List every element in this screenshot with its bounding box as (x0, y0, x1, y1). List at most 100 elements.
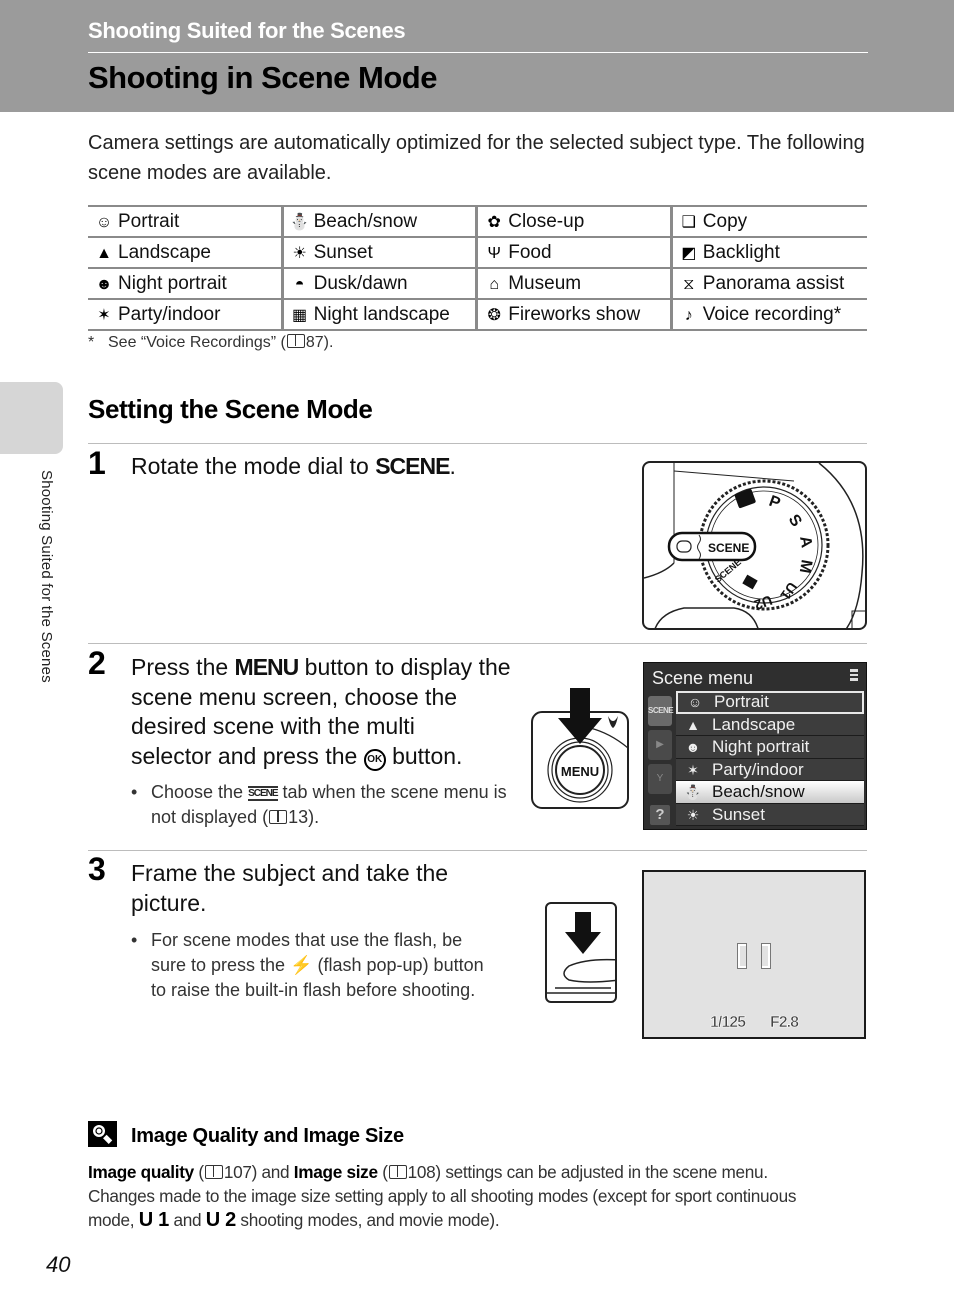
shutter-press-illustration (545, 902, 617, 1003)
scene-modes-row: ▲ Landscape ☀ Sunset Ψ Food ◩ Backlight (88, 236, 867, 269)
chapter-side-label: Shooting Suited for the Scenes (38, 470, 55, 683)
tip-text: ( (193, 1162, 204, 1182)
scene-menu-item-label: Beach/snow (712, 782, 805, 801)
step-3-text: Frame the subject and take the picture. (131, 859, 521, 918)
page-title: Shooting in Scene Mode (88, 60, 437, 95)
scene-menu-item[interactable]: ☺ Portrait (676, 691, 864, 714)
scene-mode-label: Night portrait (118, 272, 227, 294)
step-2-text: Press the (131, 654, 235, 680)
scene-mode-cell: ☀ Sunset (282, 236, 479, 269)
tip-magnifier-icon (88, 1121, 117, 1147)
menu-button-label: MENU (561, 764, 599, 779)
scene-menu-item[interactable]: ☻ Night portrait (676, 736, 864, 759)
tip-text: shooting modes, and movie mode). (235, 1210, 500, 1230)
dial-window-label: SCENE (708, 541, 749, 555)
step-3-number: 3 (88, 851, 106, 887)
step-1-text-after: . (449, 453, 456, 479)
page-reference-link[interactable]: 13 (288, 807, 308, 827)
help-icon[interactable]: ? (650, 805, 670, 825)
book-reference-icon (286, 334, 305, 348)
scene-menu-item[interactable]: ☀ Sunset (676, 803, 864, 826)
tab-scene[interactable]: SCENE (648, 696, 674, 726)
shutter-speed-readout: 1/125 (710, 1014, 747, 1032)
footnote: * See “Voice Recordings” (87). (88, 334, 333, 352)
scene-modes-row: ☻ Night portrait ◓ Dusk/dawn ⌂ Museum ⧖ Panoram… (88, 267, 867, 300)
divider (88, 443, 867, 444)
scene-menu-item[interactable]: ✶ Party/indoor (676, 758, 864, 781)
shutter-press-drawing (547, 912, 615, 994)
scene-tab-icon: SCENE (248, 786, 279, 801)
tip-body: Image quality (107) and Image size (108)… (88, 1160, 878, 1232)
tab-playback[interactable]: ▶ (648, 730, 672, 760)
footnote-text: See “Voice Recordings” ( (108, 334, 286, 351)
scene-menu-item-icon: ☀ (686, 806, 700, 823)
fireworks-show-icon: ❂ (487, 306, 501, 324)
scene-menu-item-icon: ☺ (687, 694, 703, 710)
section-title: Shooting Suited for the Scenes (88, 18, 406, 43)
bullet-text: sure to press the (151, 955, 291, 975)
tip-icon-glyph (93, 1125, 113, 1144)
scene-mode-cell: ◓ Dusk/dawn (282, 267, 479, 300)
scene-mode-label: Food (508, 241, 552, 263)
scene-mode-cell: ▦ Night landscape (282, 298, 479, 331)
footnote-text-end: ). (323, 334, 334, 351)
scene-mode-cell: ◩ Backlight (671, 236, 867, 269)
step-2-bullet: Choose the SCENE tab when the scene menu… (131, 780, 521, 830)
footnote-page-link[interactable]: 87 (306, 334, 324, 351)
scene-mode-cell: ⧖ Panorama assist (671, 267, 867, 300)
scene-mode-label: Sunset (313, 241, 373, 263)
scene-menu-tabs: SCENE ▶ Y (648, 696, 674, 798)
tip-text-line: Changes made to the image size setting a… (88, 1186, 797, 1206)
scene-mode-label: Copy (702, 210, 748, 232)
scene-menu-item-label: Landscape (712, 714, 796, 734)
user-setting-1-symbol: U 1 (138, 1209, 170, 1231)
scene-mode-label: Portrait (118, 210, 180, 232)
scene-mode-label: Backlight (702, 241, 780, 263)
tip-text: ) and (251, 1162, 294, 1182)
scene-mode-cell: ☻ Night portrait (88, 267, 284, 300)
camera-lcd-preview: 1/125 F2.8 (642, 870, 866, 1039)
menu-button-symbol: MENU (234, 654, 300, 680)
scroll-indicator-icon (850, 669, 858, 681)
bullet-text: For scene modes that use the flash, be (151, 930, 463, 950)
party-indoor-icon: ✶ (97, 306, 111, 324)
scene-mode-cell: ✶ Party/indoor (88, 298, 284, 331)
scene-mode-label: Beach/snow (313, 210, 418, 232)
tip-text: mode, (88, 1210, 139, 1230)
page-reference-link[interactable]: 108 (408, 1162, 436, 1182)
bullet-text: (flash pop-up) button (312, 955, 484, 975)
scene-menu-item[interactable]: ⛄ Beach/snow (676, 781, 864, 804)
dusk-dawn-icon: ◓ (294, 275, 305, 293)
focus-bracket-right (761, 943, 771, 969)
scene-mode-cell: ▲ Landscape (88, 236, 284, 269)
scene-mode-cell: ♪ Voice recording* (671, 298, 867, 331)
scene-mode-cell: ☺ Portrait (88, 205, 284, 238)
museum-icon: ⌂ (489, 275, 500, 293)
header-divider (88, 52, 868, 53)
page-reference-link[interactable]: 107 (224, 1162, 252, 1182)
scene-menu-item-icon: ☻ (685, 739, 701, 755)
night-portrait-icon: ☻ (95, 275, 113, 293)
mode-dial-drawing: P S A M U1 U2 SCENE SCENE (644, 463, 865, 628)
mode-dial-illustration: P S A M U1 U2 SCENE SCENE (642, 461, 867, 630)
setting-section-title: Setting the Scene Mode (88, 394, 373, 424)
scene-mode-label: Close-up (508, 210, 585, 232)
scene-menu-list: ☺ Portrait ▲ Landscape ☻ Night portrait ✶ Party… (676, 691, 864, 826)
step-3-text-line: Frame the subject and take the (131, 860, 449, 886)
scene-mode-cell: ⛄ Beach/snow (282, 205, 479, 238)
scene-menu-item-icon: ⛄ (684, 784, 702, 800)
sunset-icon: ☀ (292, 244, 307, 262)
tab-setup[interactable]: Y (648, 764, 672, 794)
step-2-text-line: scene menu screen, choose the (131, 683, 458, 710)
book-reference-icon (388, 1165, 407, 1179)
scene-mode-label: Dusk/dawn (313, 272, 408, 294)
scene-menu-item[interactable]: ▲ Landscape (676, 713, 864, 736)
close-up-icon: ✿ (487, 213, 501, 231)
portrait-icon: ☺ (95, 213, 113, 231)
step-2-text: selector and press the (131, 742, 364, 769)
scene-modes-row: ✶ Party/indoor ▦ Night landscape ❂ Fireworks … (88, 298, 867, 331)
chapter-thumb-tab (0, 382, 63, 454)
step-2-text: Press the MENU button to display the sce… (131, 653, 521, 771)
scene-menu-item-label: Portrait (714, 692, 769, 711)
scene-mode-cell: ❂ Fireworks show (476, 298, 673, 331)
